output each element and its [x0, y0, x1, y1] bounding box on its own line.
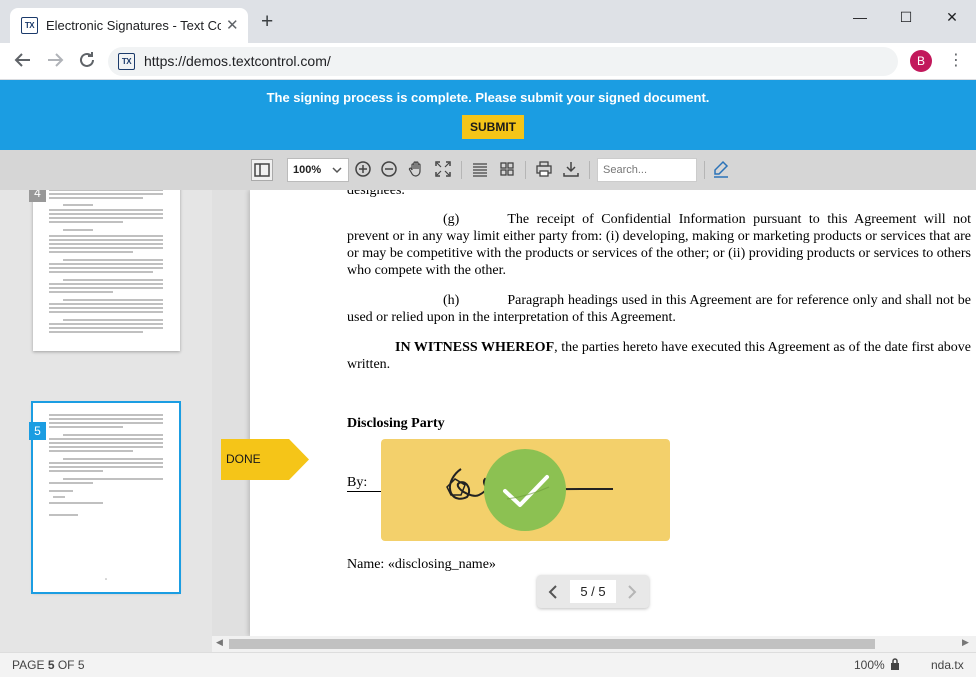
page-thumbnail-4[interactable] — [33, 190, 180, 351]
url-text[interactable]: https://demos.textcontrol.com/ — [144, 53, 331, 69]
reload-icon[interactable] — [76, 49, 98, 71]
page-5-badge: 5 — [29, 422, 46, 440]
paragraph-g-label: (g) — [443, 212, 460, 227]
maximize-button[interactable]: ☐ — [896, 9, 916, 26]
page-thumbnail-5[interactable] — [31, 401, 181, 594]
print-icon[interactable] — [533, 159, 555, 181]
toolbar-divider — [525, 161, 526, 179]
done-label: DONE — [226, 452, 261, 466]
banner-message: The signing process is complete. Please … — [266, 90, 710, 105]
thumbnail-pane: 4 5 — [0, 190, 212, 652]
page-current: 5 — [47, 658, 55, 672]
new-tab-button[interactable]: + — [261, 11, 273, 32]
download-icon[interactable] — [560, 159, 582, 181]
paragraph-g: (g) The receipt of Confidential Informati… — [347, 211, 971, 279]
horizontal-scrollbar[interactable]: ◀ ▶ — [212, 636, 976, 652]
status-bar: PAGE 5 OF 5 100% nda.tx — [0, 652, 976, 677]
app-window: TX Electronic Signatures - Text Control … — [0, 0, 976, 677]
zoom-value: 100% — [293, 164, 322, 176]
zoom-in-icon[interactable] — [352, 159, 374, 181]
page-4-badge: 4 — [29, 190, 46, 202]
page-number-field[interactable]: 5 / 5 — [570, 580, 616, 603]
close-window-button[interactable]: ✕ — [942, 9, 962, 26]
paragraph-g-text: The receipt of Confidential Information … — [347, 212, 971, 278]
signature-pen-icon[interactable] — [710, 159, 732, 181]
next-page-button[interactable] — [623, 582, 639, 606]
tab-close-icon[interactable]: ✕ — [226, 16, 239, 34]
file-name: nda.tx — [931, 658, 964, 672]
done-tag[interactable]: DONE — [221, 439, 309, 480]
paragraph-h: (h) Paragraph headings used in this Agree… — [347, 292, 971, 326]
browser-tab[interactable]: TX Electronic Signatures - Text Control … — [10, 8, 248, 43]
thumbnails-grid-icon[interactable] — [496, 159, 518, 181]
checkmark-icon — [484, 449, 566, 531]
toolbar-divider — [461, 161, 462, 179]
page-total: OF 5 — [57, 658, 85, 672]
disclosing-party-heading: Disclosing Party — [347, 416, 445, 431]
document-viewport[interactable]: designees. (g) The receipt of Confidentia… — [212, 190, 976, 636]
top-fragment: designees. — [347, 190, 405, 198]
chevron-down-icon — [332, 159, 342, 190]
scroll-right-icon[interactable]: ▶ — [962, 637, 969, 648]
back-arrow-icon[interactable] — [12, 49, 34, 71]
tx-favicon-icon: TX — [21, 17, 38, 34]
site-favicon-icon: TX — [118, 53, 135, 70]
prev-page-button[interactable] — [546, 582, 562, 606]
search-input[interactable] — [597, 158, 697, 182]
browser-tabstrip: TX Electronic Signatures - Text Control … — [0, 0, 976, 43]
paragraph-h-text: Paragraph headings used in this Agreemen… — [347, 293, 971, 325]
forward-arrow-icon[interactable] — [44, 49, 66, 71]
page-label: PAGE — [12, 658, 45, 672]
pan-hand-icon[interactable] — [405, 159, 427, 181]
document-page: designees. (g) The receipt of Confidentia… — [250, 190, 976, 636]
browser-toolbar: TX https://demos.textcontrol.com/ B ⋮ — [0, 43, 976, 80]
lock-icon — [890, 658, 900, 673]
page-navigator: 5 / 5 — [537, 575, 649, 608]
submit-button[interactable]: SUBMIT — [462, 115, 524, 139]
profile-avatar[interactable]: B — [910, 50, 932, 72]
status-zoom: 100% — [854, 658, 885, 672]
signature-box[interactable] — [381, 439, 670, 541]
tab-title: Electronic Signatures - Text Control — [46, 18, 221, 33]
signing-complete-banner: The signing process is complete. Please … — [0, 80, 976, 150]
paragraph-h-label: (h) — [443, 293, 460, 308]
name-line: Name: «disclosing_name» — [347, 557, 496, 572]
page-indicator: PAGE 5 OF 5 — [12, 658, 85, 672]
scrollbar-thumb[interactable] — [229, 639, 875, 649]
minimize-button[interactable]: — — [850, 9, 870, 25]
witness-heading: IN WITNESS WHEREOF — [395, 340, 555, 355]
scroll-left-icon[interactable]: ◀ — [216, 637, 223, 648]
fit-screen-icon[interactable] — [432, 159, 454, 181]
address-bar[interactable]: TX https://demos.textcontrol.com/ — [108, 47, 898, 76]
zoom-out-icon[interactable] — [378, 159, 400, 181]
toolbar-divider — [704, 161, 705, 179]
witness-paragraph: IN WITNESS WHEREOF, the parties hereto h… — [347, 339, 971, 373]
toolbar-divider — [589, 161, 590, 179]
browser-menu-icon[interactable]: ⋮ — [948, 50, 964, 70]
sidebar-toggle-icon[interactable] — [251, 159, 273, 181]
viewer-toolbar: 100% — [0, 150, 976, 190]
zoom-select[interactable]: 100% — [287, 158, 349, 182]
text-layout-icon[interactable] — [469, 159, 491, 181]
